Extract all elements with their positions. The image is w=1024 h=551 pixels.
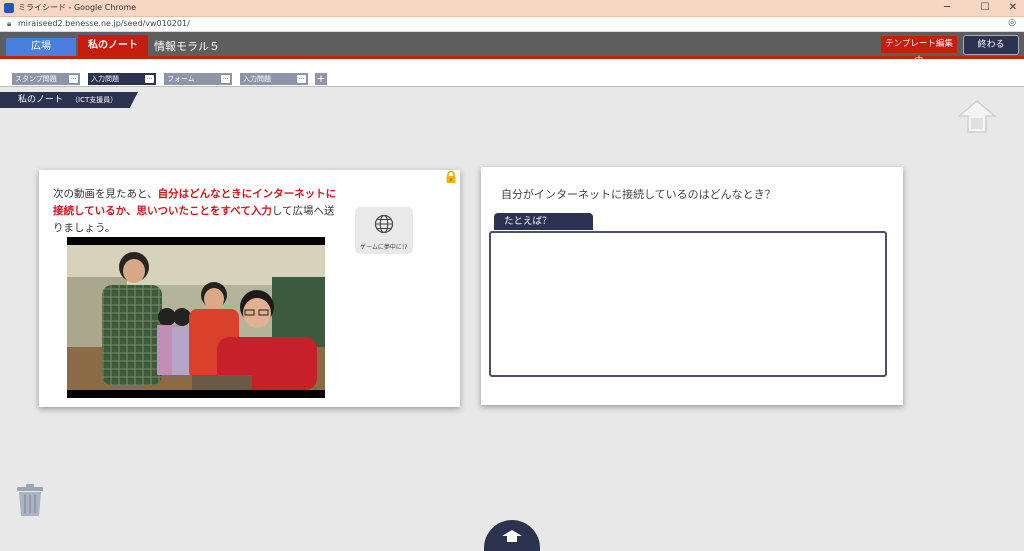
page-tab-label: 入力問題 xyxy=(243,75,271,83)
video-player[interactable] xyxy=(67,237,325,398)
tab-my-note[interactable]: 私のノート xyxy=(78,35,148,56)
answer-input[interactable] xyxy=(489,231,887,377)
lock-icon xyxy=(446,171,456,183)
url-text[interactable]: miraiseed2.benesse.ne.jp/seed/vw010201/ xyxy=(18,19,190,28)
question-text: 自分がインターネットに接続しているのはどんなとき？ xyxy=(501,188,776,201)
address-bar[interactable]: 🔒︎ miraiseed2.benesse.ne.jp/seed/vw01020… xyxy=(0,17,1024,32)
upload-icon xyxy=(502,530,522,542)
example-tab[interactable]: たとえば？ xyxy=(494,213,593,230)
video-thumbnail xyxy=(67,237,325,398)
instruction-part1: 次の動画を見たあと、 xyxy=(53,188,158,200)
globe-icon xyxy=(374,214,394,234)
page-tab-label: スタンプ問題 xyxy=(15,75,57,83)
note-label-title: 私のノート xyxy=(18,95,64,105)
web-link-button[interactable]: ゲームに夢中に!? xyxy=(355,207,413,254)
window-title: ミライシード - Google Chrome xyxy=(18,3,137,12)
page-tab-input-1[interactable]: 入力問題 … xyxy=(88,73,156,85)
end-button[interactable]: 終わる xyxy=(963,35,1019,55)
tab-menu-icon[interactable]: … xyxy=(145,75,154,83)
send-to-plaza-button[interactable] xyxy=(484,520,540,551)
send-up-icon[interactable] xyxy=(957,100,997,134)
add-page-button[interactable]: + xyxy=(315,73,327,85)
tab-menu-icon[interactable]: … xyxy=(221,75,230,83)
page-tab-input-2[interactable]: 入力問題 … xyxy=(240,73,308,85)
site-info-icon[interactable]: 🔒︎ xyxy=(7,19,11,29)
maximize-icon[interactable]: ☐ xyxy=(978,1,992,15)
close-icon[interactable]: ✕ xyxy=(1006,1,1020,15)
trash-icon[interactable] xyxy=(16,483,44,517)
app-icon xyxy=(4,3,14,13)
note-label: 私のノート （ICT支援員） xyxy=(0,92,138,108)
tab-menu-icon[interactable]: … xyxy=(69,75,78,83)
tab-plaza[interactable]: 広場 xyxy=(6,38,76,56)
instruction-text: 次の動画を見たあと、自分はどんなときにインターネットに接続しているか、思いついた… xyxy=(53,186,343,237)
page-tab-label: フォーム xyxy=(167,75,195,83)
page-tab-label: 入力問題 xyxy=(91,75,119,83)
link-label: ゲームに夢中に!? xyxy=(360,244,408,251)
minimize-icon[interactable]: ─ xyxy=(940,1,954,15)
page-tab-form[interactable]: フォーム … xyxy=(164,73,232,85)
note-label-subtitle: （ICT支援員） xyxy=(71,96,118,104)
template-editing-badge[interactable]: テンプレート編集中 xyxy=(881,36,957,66)
window-titlebar: ミライシード - Google Chrome ─ ☐ ✕ xyxy=(0,0,1024,17)
tab-menu-icon[interactable]: … xyxy=(297,75,306,83)
eye-off-icon[interactable]: ◎ xyxy=(1008,18,1016,28)
page-tab-stamp[interactable]: スタンプ問題 … xyxy=(12,73,80,85)
lesson-title: 情報モラル５ xyxy=(154,40,220,53)
